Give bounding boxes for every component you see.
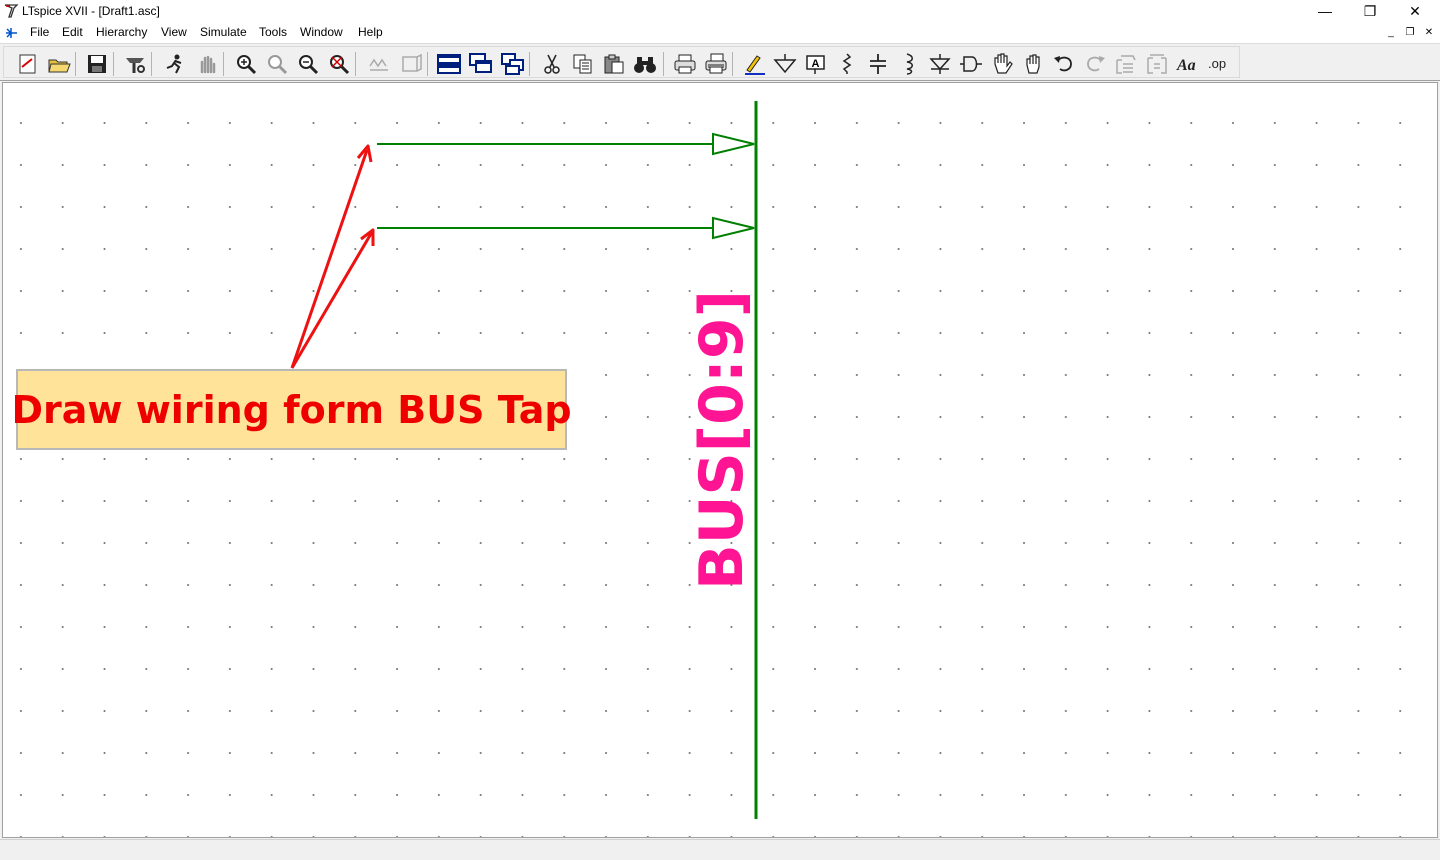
menu-tools[interactable]: Tools xyxy=(259,25,287,39)
menu-window[interactable]: Window xyxy=(300,25,343,39)
callout-text: Draw wiring form BUS Tap xyxy=(11,387,572,432)
label-net-icon[interactable]: A xyxy=(803,52,829,76)
find-icon[interactable] xyxy=(632,52,658,76)
toolbar-separator xyxy=(113,52,114,76)
menu-help[interactable]: Help xyxy=(358,25,383,39)
mdi-close-button[interactable]: ✕ xyxy=(1422,27,1436,39)
redo-icon[interactable] xyxy=(1082,52,1108,76)
toolbar-separator xyxy=(732,52,733,76)
print-setup-icon[interactable] xyxy=(703,52,729,76)
new-schematic-icon[interactable] xyxy=(15,52,41,76)
restore-button[interactable]: ❐ xyxy=(1347,0,1393,22)
autorange-icon[interactable] xyxy=(366,52,392,76)
status-bar xyxy=(0,839,1440,860)
title-bar: LTspice XVII - [Draft1.asc] — ❐ ✕ xyxy=(0,0,1440,22)
resistor-icon[interactable] xyxy=(834,52,860,76)
menu-hierarchy[interactable]: Hierarchy xyxy=(96,25,147,39)
move-icon[interactable] xyxy=(989,52,1015,76)
toolbar-separator xyxy=(355,52,356,76)
menu-bar: File Edit Hierarchy View Simulate Tools … xyxy=(0,22,1440,43)
zoom-fit-icon[interactable] xyxy=(326,52,352,76)
menu-view[interactable]: View xyxy=(161,25,187,39)
zoom-in-icon[interactable] xyxy=(233,52,259,76)
window-title: LTspice XVII - [Draft1.asc] xyxy=(22,4,160,18)
tile-vertical-icon[interactable] xyxy=(500,52,526,76)
minimize-button[interactable]: — xyxy=(1302,0,1348,22)
spice-directive-icon[interactable]: .op xyxy=(1206,52,1232,76)
zoom-out-icon[interactable] xyxy=(295,52,321,76)
text-icon[interactable]: Aa xyxy=(1175,52,1201,76)
svg-text:.op: .op xyxy=(1208,56,1226,71)
ground-icon[interactable] xyxy=(772,52,798,76)
toolbar-separator xyxy=(663,52,664,76)
toolbar-separator xyxy=(75,52,76,76)
cut-icon[interactable] xyxy=(539,52,565,76)
copy-icon[interactable] xyxy=(570,52,596,76)
annotation-callout: Draw wiring form BUS Tap xyxy=(11,369,572,450)
halt-icon[interactable] xyxy=(194,52,220,76)
menu-file[interactable]: File xyxy=(30,25,49,39)
component-icon[interactable] xyxy=(958,52,984,76)
tile-horizontal-icon[interactable] xyxy=(436,52,462,76)
mdi-minimize-button[interactable]: _ xyxy=(1384,27,1398,39)
ltspice-app-icon xyxy=(4,4,19,18)
toolbar-separator xyxy=(427,52,428,76)
schematic-doc-icon[interactable] xyxy=(3,24,20,41)
svg-text:Aa: Aa xyxy=(1176,57,1196,74)
toolbar: A Aa .op xyxy=(0,43,1440,81)
svg-text:A: A xyxy=(812,58,820,70)
menu-edit[interactable]: Edit xyxy=(62,25,83,39)
mdi-restore-button[interactable]: ❐ xyxy=(1403,27,1417,39)
draw-wire-icon[interactable] xyxy=(741,52,767,76)
toolbar-strip: A Aa .op xyxy=(3,46,1240,78)
cascade-icon[interactable] xyxy=(468,52,494,76)
mirror-icon[interactable] xyxy=(1144,52,1170,76)
toolbar-separator xyxy=(223,52,224,76)
close-button[interactable]: ✕ xyxy=(1392,0,1438,22)
inductor-icon[interactable] xyxy=(896,52,922,76)
capacitor-icon[interactable] xyxy=(865,52,891,76)
pan-icon[interactable] xyxy=(264,52,290,76)
control-panel-icon[interactable] xyxy=(122,52,148,76)
drag-icon[interactable] xyxy=(1020,52,1046,76)
vertical-autorange-icon[interactable] xyxy=(398,52,424,76)
diode-icon[interactable] xyxy=(927,52,953,76)
open-icon[interactable] xyxy=(46,52,72,76)
menu-simulate[interactable]: Simulate xyxy=(200,25,247,39)
save-icon[interactable] xyxy=(84,52,110,76)
toolbar-separator xyxy=(151,52,152,76)
rotate-icon[interactable] xyxy=(1113,52,1139,76)
run-icon[interactable] xyxy=(162,52,188,76)
paste-icon[interactable] xyxy=(601,52,627,76)
bus-label-text: BUS[0:9] xyxy=(687,290,757,590)
print-icon[interactable] xyxy=(672,52,698,76)
toolbar-separator xyxy=(529,52,530,76)
undo-icon[interactable] xyxy=(1051,52,1077,76)
